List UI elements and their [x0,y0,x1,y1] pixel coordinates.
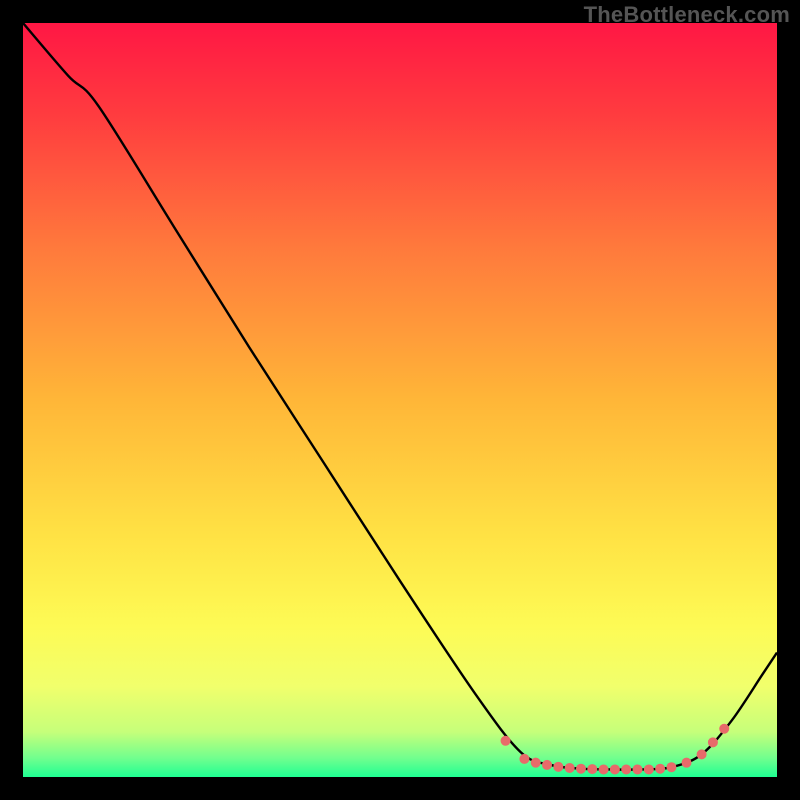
chart-frame: TheBottleneck.com [0,0,800,800]
marker-dot [501,736,511,746]
marker-dot [621,764,631,774]
marker-dot [719,724,729,734]
marker-dot [599,764,609,774]
marker-dot [531,758,541,768]
marker-dot [655,764,665,774]
bottleneck-chart [23,23,777,777]
marker-dot [576,764,586,774]
marker-dot [697,749,707,759]
marker-dot [633,764,643,774]
marker-dot [682,758,692,768]
gradient-background [23,23,777,777]
marker-dot [644,764,654,774]
plot-area [23,23,777,777]
marker-dot [587,764,597,774]
marker-dot [542,760,552,770]
marker-dot [708,737,718,747]
marker-dot [519,754,529,764]
marker-dot [553,762,563,772]
marker-dot [610,764,620,774]
marker-dot [666,762,676,772]
watermark-text: TheBottleneck.com [584,2,790,28]
marker-dot [565,763,575,773]
